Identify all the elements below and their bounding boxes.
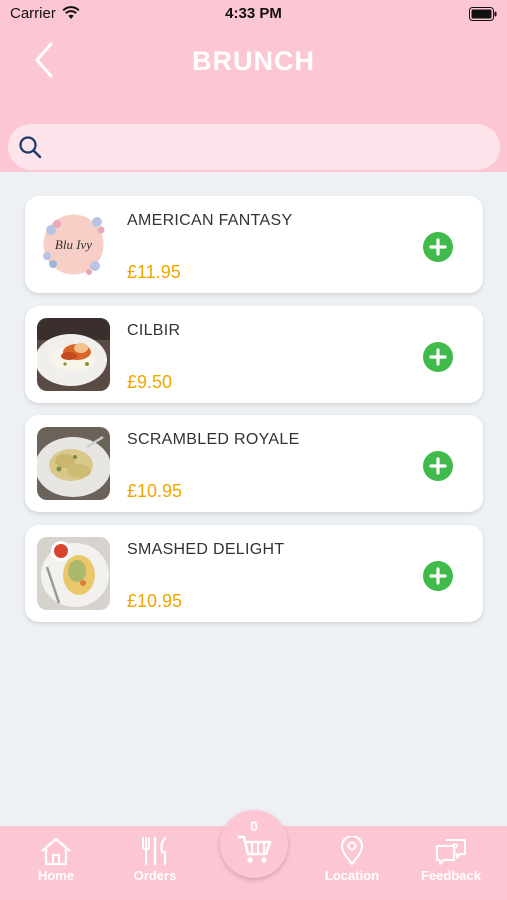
header: BRUNCH xyxy=(0,30,507,172)
item-name: SMASHED DELIGHT xyxy=(127,540,285,558)
menu-list: Blu Ivy AMERICAN FANTASY £11.95 CILBIR £… xyxy=(25,196,483,634)
cilbir-dish-image xyxy=(37,317,110,391)
list-item[interactable]: SCRAMBLED ROYALE £10.95 xyxy=(25,415,483,512)
blu-ivy-logo-image: Blu Ivy xyxy=(37,208,110,281)
cart-button[interactable]: 0 xyxy=(220,810,288,878)
tab-location[interactable]: Location xyxy=(312,836,392,883)
item-name: AMERICAN FANTASY xyxy=(127,212,293,229)
location-pin-icon xyxy=(340,836,364,866)
cutlery-icon xyxy=(142,836,167,866)
item-price: £9.50 xyxy=(127,371,173,392)
search-bar[interactable] xyxy=(8,124,500,170)
scrambled-royale-dish-image xyxy=(37,427,110,500)
home-icon xyxy=(41,837,71,866)
add-to-cart-button[interactable] xyxy=(423,560,453,591)
add-to-cart-button[interactable] xyxy=(423,341,453,372)
plus-icon xyxy=(429,347,447,366)
search-input[interactable] xyxy=(54,132,484,162)
add-to-cart-button[interactable] xyxy=(423,451,453,481)
feedback-icon xyxy=(436,839,466,865)
tab-home-label: Home xyxy=(37,868,75,883)
svg-text:Blu Ivy: Blu Ivy xyxy=(55,237,92,252)
item-price: £10.95 xyxy=(127,590,183,611)
list-item[interactable]: SMASHED DELIGHT £10.95 xyxy=(25,524,483,622)
list-item[interactable]: CILBIR £9.50 xyxy=(25,305,483,403)
status-bar: Carrier 4:33 PM xyxy=(0,0,507,30)
add-to-cart-button[interactable] xyxy=(423,232,453,262)
item-name: SCRAMBLED ROYALE xyxy=(127,431,300,448)
tab-orders[interactable]: Orders xyxy=(115,836,195,883)
cart-count-badge: 0 xyxy=(250,818,258,834)
tab-feedback-label: Feedback xyxy=(421,868,481,883)
item-price: £11.95 xyxy=(127,262,181,282)
smashed-delight-dish-image xyxy=(37,536,110,610)
item-price: £10.95 xyxy=(127,481,183,501)
clock: 4:33 PM xyxy=(225,5,282,22)
tab-home[interactable]: Home xyxy=(16,836,96,883)
page-title: BRUNCH xyxy=(192,46,315,76)
plus-icon xyxy=(429,566,447,585)
plus-icon xyxy=(429,457,447,475)
tab-feedback[interactable]: Feedback xyxy=(411,836,491,883)
search-icon xyxy=(19,136,42,159)
item-name: CILBIR xyxy=(127,321,181,339)
tab-orders-label: Orders xyxy=(133,868,177,883)
list-item[interactable]: Blu Ivy AMERICAN FANTASY £11.95 xyxy=(25,196,483,293)
plus-icon xyxy=(429,238,447,256)
cart-icon xyxy=(237,835,272,863)
battery-icon xyxy=(469,7,497,21)
tab-location-label: Location xyxy=(324,868,380,883)
